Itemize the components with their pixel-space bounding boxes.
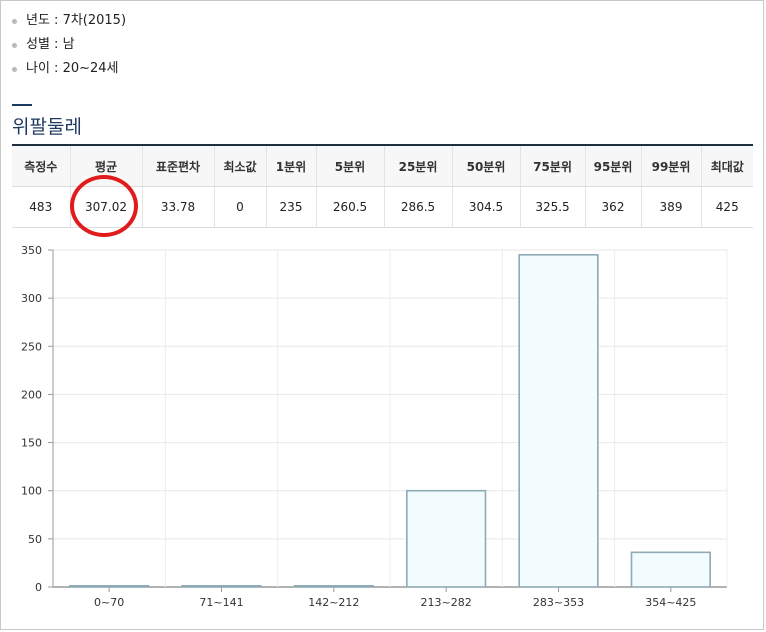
stats-header-p50: 50분위	[451, 145, 520, 187]
stats-value-p1: 235	[265, 186, 316, 228]
histogram-bar	[293, 584, 374, 588]
bullet-icon	[12, 18, 17, 24]
filter-age-label: 나이 : 20~24세	[26, 61, 119, 76]
y-tick-label: 50	[28, 533, 42, 546]
y-tick-label: 200	[21, 388, 42, 401]
y-tick-label: 350	[21, 244, 42, 257]
x-tick-label: 0~70	[94, 596, 124, 609]
bullet-icon	[12, 66, 17, 72]
stats-header-p1: 1분위	[265, 145, 316, 187]
filter-gender: 성별 : 남	[12, 33, 126, 57]
x-tick-label: 213~282	[421, 596, 472, 609]
stats-value-max: 425	[700, 186, 753, 228]
stats-value-p99: 389	[640, 186, 701, 228]
section-title: 위팔둘레	[12, 116, 82, 138]
stats-value-p5: 260.5	[315, 186, 384, 228]
stats-value-min: 0	[213, 186, 266, 228]
stats-header-count: 측정수	[12, 145, 70, 187]
stats-value-mean: 307.02	[69, 186, 142, 228]
x-tick-label: 283~353	[533, 596, 584, 609]
filter-year: 년도 : 7차(2015)	[12, 9, 126, 33]
stats-value-stddev: 33.78	[141, 186, 214, 228]
stats-header-p95: 95분위	[584, 145, 641, 187]
stats-value-p50: 304.5	[451, 186, 520, 228]
x-tick-label: 354~425	[645, 596, 696, 609]
histogram-bar	[69, 584, 150, 588]
stats-table: 측정수 평균 표준편차 최소값 1분위 5분위 25분위 50분위 75분위 9…	[12, 144, 753, 228]
stats-value-p95: 362	[584, 186, 641, 228]
y-tick-label: 0	[35, 581, 42, 594]
y-tick-label: 250	[21, 340, 42, 353]
stats-header-max: 최대값	[700, 145, 753, 187]
histogram-bar	[181, 584, 262, 588]
filter-year-label: 년도 : 7차(2015)	[26, 13, 127, 28]
stats-value-count: 483	[12, 186, 70, 228]
stats-header-min: 최소값	[213, 145, 266, 187]
histogram-bar	[406, 489, 487, 588]
stats-value-row: 483 307.02 33.78 0 235 260.5 286.5 304.5…	[12, 186, 753, 228]
y-tick-label: 300	[21, 292, 42, 305]
histogram-bar	[518, 254, 599, 588]
filter-summary-list: 년도 : 7차(2015) 성별 : 남 나이 : 20~24세	[12, 9, 126, 81]
filter-gender-label: 성별 : 남	[26, 37, 75, 52]
stats-header-p25: 25분위	[383, 145, 452, 187]
stats-header-row: 측정수 평균 표준편차 최소값 1분위 5분위 25분위 50분위 75분위 9…	[12, 145, 753, 187]
histogram-chart: 0 50 100 150 200 250 300 350 0~70 71~141 142~212 21…	[21, 244, 728, 609]
x-tick-label: 142~212	[308, 596, 359, 609]
section-title-accent	[12, 104, 32, 106]
stats-header-p99: 99분위	[640, 145, 701, 187]
filter-age: 나이 : 20~24세	[12, 57, 126, 81]
stats-header-p5: 5분위	[315, 145, 384, 187]
stats-header-p75: 75분위	[519, 145, 585, 187]
stats-header-stddev: 표준편차	[141, 145, 214, 187]
x-tick-label: 71~141	[199, 596, 243, 609]
bullet-icon	[12, 42, 17, 48]
y-tick-label: 150	[21, 437, 42, 450]
stats-value-p75: 325.5	[519, 186, 585, 228]
y-tick-label: 100	[21, 485, 42, 498]
stats-header-mean: 평균	[69, 145, 142, 187]
histogram-bar	[630, 551, 711, 588]
stats-value-p25: 286.5	[383, 186, 452, 228]
